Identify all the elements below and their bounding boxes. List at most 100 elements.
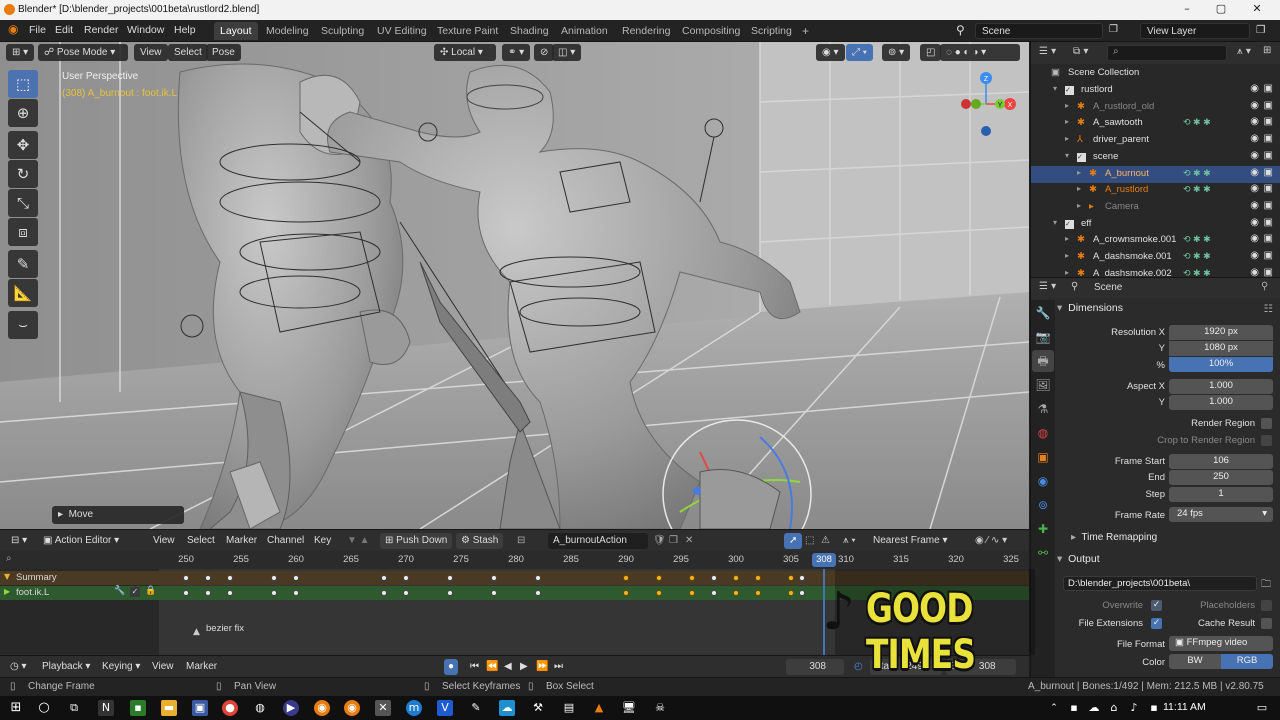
outliner-root[interactable]: ▣ Scene Collection [1031, 65, 1280, 82]
tray-icon-3[interactable]: ▪ [1146, 700, 1162, 716]
overwrite-checkbox[interactable]: ✓ [1151, 600, 1162, 611]
expand-arrow-icon[interactable]: ▸ [1065, 234, 1069, 243]
keyframe[interactable] [788, 575, 794, 581]
vlc-icon[interactable]: ▲ [591, 700, 607, 716]
menu-file[interactable]: File [29, 24, 46, 36]
select-box-icon[interactable]: ⬚ [8, 70, 38, 98]
add-workspace-button[interactable]: + [796, 21, 815, 39]
frame-ruler[interactable]: ⌕ 250 255 260 265 270 275 280 285 290 295 300 305 31… [0, 551, 1029, 569]
expand-arrow-icon[interactable]: ▾ [1053, 84, 1057, 93]
cache-result-checkbox[interactable] [1261, 618, 1272, 629]
output-path-field[interactable]: D:\blender_projects\001beta\ [1063, 576, 1257, 591]
pin-icon[interactable]: ⚲ [1261, 281, 1268, 292]
scene-selector[interactable]: Scene [975, 23, 1103, 39]
tab-sculpting[interactable]: Sculpting [315, 22, 370, 40]
resolution-y-field[interactable]: 1080 px [1169, 341, 1273, 356]
file-format-dropdown[interactable]: ▣ FFmpeg video [1169, 636, 1273, 651]
frame-end-field[interactable]: 250 [1169, 470, 1273, 485]
keyframe[interactable] [293, 575, 299, 581]
snap-mode-dropdown[interactable]: Nearest Frame ▾ [868, 533, 966, 549]
viewport-menu-select[interactable]: Select [168, 44, 208, 61]
app-icon-doc[interactable]: ▤ [561, 700, 577, 716]
clock[interactable]: 11:11 AM [1163, 701, 1206, 713]
app-icon-m[interactable]: m [406, 700, 422, 716]
display-mode-icon[interactable]: ⧉ ▾ [1073, 46, 1088, 57]
resolution-pct-field[interactable]: 100% [1169, 357, 1273, 372]
only-errors-icon[interactable]: ⚠ [816, 533, 835, 549]
keyframe[interactable] [271, 590, 277, 596]
keyframe[interactable] [447, 575, 453, 581]
move-icon[interactable]: ✥ [8, 131, 38, 159]
expand-arrow-icon[interactable]: ▸ [1065, 268, 1069, 277]
render-visibility-icon[interactable]: ▣ [1264, 217, 1273, 228]
bone-tab-icon[interactable]: ✚ [1032, 518, 1054, 540]
visibility-icon[interactable]: ◉ ▾ [816, 44, 845, 61]
volume-icon[interactable]: ♪ [1126, 700, 1142, 716]
tool-tab-icon[interactable]: 🔧 [1032, 302, 1054, 324]
navigation-gizmo[interactable]: Z Y X [950, 70, 1020, 140]
keyframe[interactable] [656, 590, 662, 596]
timeline-menu-marker[interactable]: Marker [182, 659, 221, 675]
modifier-tab-icon[interactable]: ◉ [1032, 470, 1054, 492]
expand-arrow-icon[interactable]: ▸ [1077, 184, 1081, 193]
blender-taskbar-icon[interactable]: ◉ [314, 700, 330, 716]
folder-icon[interactable]: 🗀 [1261, 577, 1271, 594]
tray-icon-1[interactable]: ▪ [1066, 700, 1082, 716]
last-operator-panel[interactable]: ▸ Move [52, 506, 184, 524]
keyframe[interactable] [623, 575, 629, 581]
app-icon-x[interactable]: ✕ [375, 700, 391, 716]
filter-icon[interactable]: ⩚ ▾ [1237, 46, 1251, 57]
tab-compositing[interactable]: Compositing [676, 22, 746, 40]
properties-editor-icon[interactable]: ☰ ▾ [1039, 281, 1056, 292]
keyframe[interactable] [623, 590, 629, 596]
color-bw-button[interactable]: BW [1169, 654, 1221, 669]
outliner-row[interactable]: ▸ ✱ A_rustlord_old ◉ ▣ [1031, 99, 1280, 116]
tray-chevron-icon[interactable]: ⌃ [1046, 700, 1062, 716]
modifier-icons[interactable]: ⟲ ✱ ✱ [1183, 184, 1211, 195]
xray-icon[interactable]: ◰ [920, 44, 942, 61]
eye-icon[interactable]: ◉ [1250, 233, 1259, 244]
outliner-row[interactable]: ▸ ✱ A_burnout ◉ ▣ ⟲ ✱ ✱ [1031, 165, 1280, 183]
object-tab-icon[interactable]: ▣ [1032, 446, 1054, 468]
network-icon[interactable]: ⌂ [1106, 700, 1122, 716]
close-button[interactable]: ✕ [1240, 2, 1274, 18]
transform-icon[interactable]: ⧈ [8, 218, 38, 246]
shading-modes[interactable]: ◌ ● ◐ ◑ ▾ [940, 44, 1020, 61]
app-icon-blue[interactable]: ▣ [192, 700, 208, 716]
tab-rendering[interactable]: Rendering [616, 22, 676, 40]
outliner-row[interactable]: ▸ ✱ A_sawtooth ◉ ▣ ⟲ ✱ ✱ [1031, 115, 1280, 132]
proportional-edit-icon[interactable]: ◫ ▾ [552, 44, 582, 61]
lock-icon[interactable]: 🔒 [145, 586, 156, 596]
resolution-x-field[interactable]: 1920 px [1169, 325, 1273, 340]
app-icon-cloud[interactable]: ☁ [499, 700, 515, 716]
output-panel-header[interactable]: ▾ Output [1057, 553, 1279, 571]
preview-range-icon[interactable]: ◴ [850, 659, 867, 675]
outliner-row[interactable]: ▾ ✓ eff ◉ ▣ [1031, 216, 1280, 233]
time-remapping-subpanel[interactable]: ▸ Time Remapping [1071, 532, 1280, 550]
keyframe[interactable] [733, 590, 739, 596]
app-icon-v[interactable]: V [437, 700, 453, 716]
tray-icon-2[interactable]: ☁ [1086, 700, 1102, 716]
menu-playback[interactable]: Playback ▾ [38, 659, 94, 675]
action-menu-marker[interactable]: Marker [221, 533, 262, 549]
render-visibility-icon[interactable]: ▣ [1264, 183, 1273, 194]
keyframe[interactable] [447, 590, 453, 596]
stash-button[interactable]: ⚙ Stash [456, 533, 504, 549]
expand-arrow-icon[interactable]: ▾ [1065, 151, 1069, 160]
mode-selector[interactable]: ☍ Pose Mode ▾ [38, 44, 128, 61]
tab-animation[interactable]: Animation [555, 22, 614, 40]
tab-texture-paint[interactable]: Texture Paint [431, 22, 504, 40]
expand-icon[interactable]: ▼ [4, 572, 10, 581]
proportional-icon[interactable]: ◉ ⁄ ∿ ▾ [970, 533, 1012, 549]
action-browse-icon[interactable]: ⊟ [512, 533, 530, 549]
expand-arrow-icon[interactable]: ▾ [1053, 218, 1057, 227]
keyframe[interactable] [799, 590, 805, 596]
frame-start-field[interactable]: 106 [1169, 454, 1273, 469]
wrench-icon[interactable]: 🔧 [114, 586, 125, 596]
keyframe[interactable] [656, 575, 662, 581]
render-visibility-icon[interactable]: ▣ [1264, 83, 1273, 94]
channel-bone[interactable]: ▶ foot.ik.L 🔧 ✓ 🔒 [0, 586, 159, 600]
outliner-row[interactable]: ▸ ✱ A_rustlord ◉ ▣ ⟲ ✱ ✱ [1031, 182, 1280, 199]
viewport-menu-view[interactable]: View [134, 44, 168, 61]
render-visibility-icon[interactable]: ▣ [1264, 250, 1273, 261]
